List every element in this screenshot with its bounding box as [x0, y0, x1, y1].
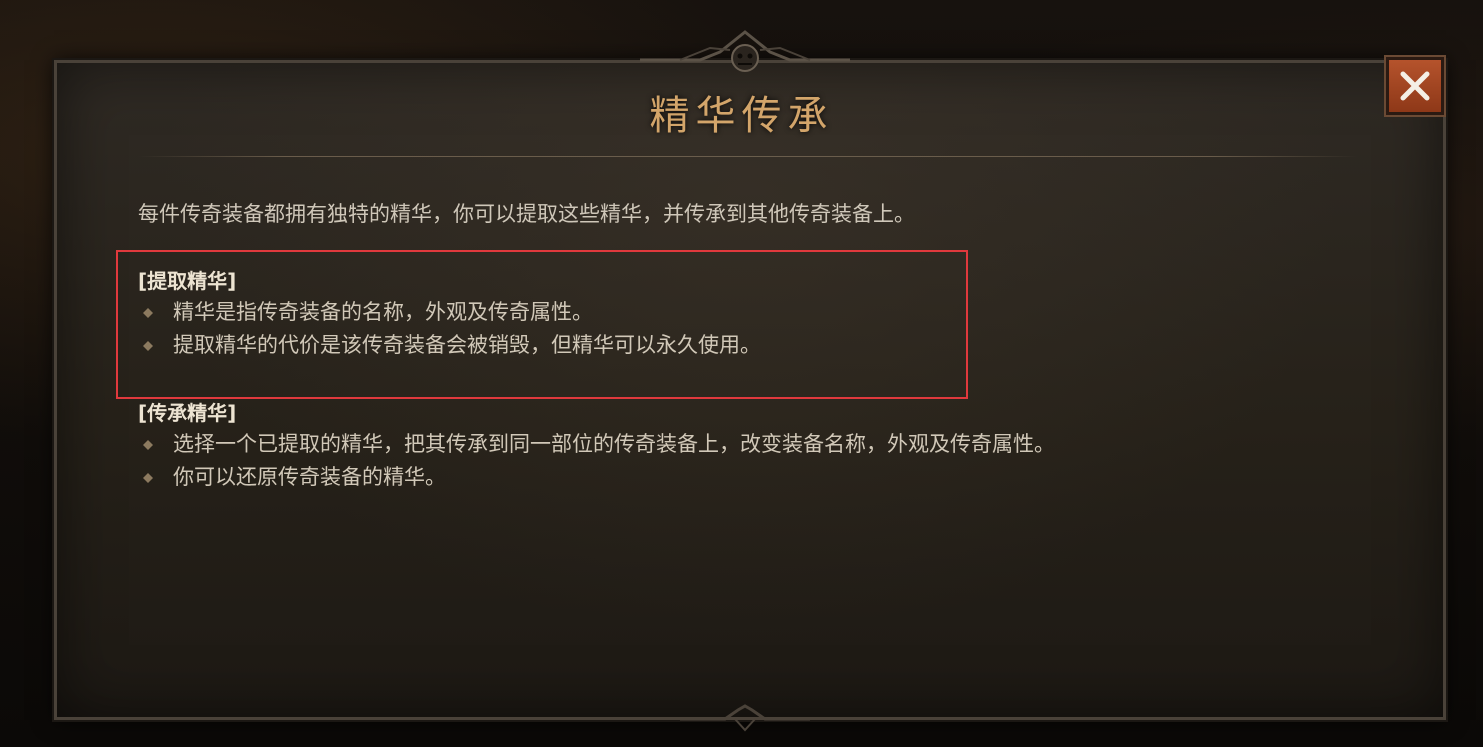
diamond-bullet-icon: [143, 308, 153, 318]
list-item: 提取精华的代价是该传奇装备会被销毁，但精华可以永久使用。: [138, 329, 761, 362]
diamond-bullet-icon: [143, 341, 153, 351]
section-heading: [提取精华]: [138, 269, 237, 293]
title-divider: [138, 156, 1358, 157]
close-icon: [1400, 71, 1430, 101]
intro-text: 每件传奇装备都拥有独特的精华，你可以提取这些精华，并传承到其他传奇装备上。: [138, 202, 915, 226]
ornament-bottom-icon: [680, 704, 810, 732]
section-heading: [传承精华]: [138, 401, 237, 425]
bullet-text: 精华是指传奇装备的名称，外观及传奇属性。: [173, 300, 593, 324]
ornament-crest-icon: [640, 30, 850, 72]
list-item: 选择一个已提取的精华，把其传承到同一部位的传奇装备上，改变装备名称，外观及传奇属…: [138, 428, 1055, 461]
bullet-text: 你可以还原传奇装备的精华。: [173, 465, 446, 489]
diamond-bullet-icon: [143, 440, 153, 450]
bullet-text: 选择一个已提取的精华，把其传承到同一部位的传奇装备上，改变装备名称，外观及传奇属…: [173, 432, 1055, 456]
bullet-text: 提取精华的代价是该传奇装备会被销毁，但精华可以永久使用。: [173, 333, 761, 357]
info-dialog: [52, 58, 1448, 722]
list-item: 精华是指传奇装备的名称，外观及传奇属性。: [138, 296, 593, 329]
section-extract-essence: [提取精华] 精华是指传奇装备的名称，外观及传奇属性。 提取精华的代价是该传奇装…: [138, 266, 761, 362]
section-inherit-essence: [传承精华] 选择一个已提取的精华，把其传承到同一部位的传奇装备上，改变装备名称…: [138, 398, 1055, 494]
dialog-title: 精华传承: [649, 93, 834, 139]
list-item: 你可以还原传奇装备的精华。: [138, 461, 446, 494]
diamond-bullet-icon: [143, 473, 153, 483]
close-button[interactable]: [1384, 55, 1446, 117]
